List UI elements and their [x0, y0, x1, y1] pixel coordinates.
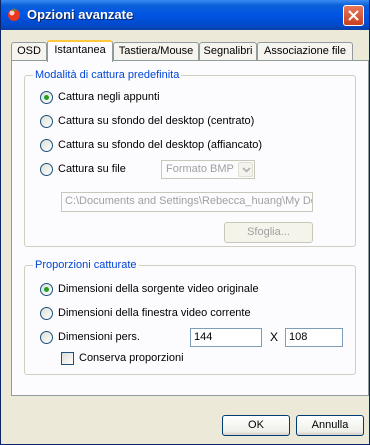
custom-height-input[interactable]: 108 [285, 328, 343, 347]
radio-button[interactable] [40, 307, 53, 320]
radio-label: Cattura su sfondo del desktop (affiancat… [58, 139, 263, 151]
tab-snapshot[interactable]: Istantanea [47, 40, 113, 62]
custom-height-value: 108 [289, 331, 308, 343]
window-title: Opzioni avanzate [27, 7, 134, 22]
keep-ratio-checkbox[interactable] [61, 352, 74, 365]
close-icon [348, 10, 359, 21]
proportions-title: Proporzioni catturate [33, 259, 139, 271]
browse-button[interactable]: Sfoglia... [224, 222, 313, 243]
title-bar[interactable]: Opzioni avanzate [1, 0, 369, 30]
capture-mode-title: Modalità di cattura predefinita [33, 69, 182, 81]
dimension-separator: X [270, 330, 279, 344]
dropdown-button[interactable] [238, 162, 253, 177]
cancel-button[interactable]: Annulla [296, 415, 364, 436]
tab-osd[interactable]: OSD [11, 42, 47, 60]
radio-button[interactable] [40, 283, 53, 296]
capture-mode-group: Modalità di cattura predefinita Cattura … [24, 69, 356, 247]
radio-label: Cattura su sfondo del desktop (centrato) [58, 115, 255, 127]
close-button[interactable] [343, 5, 364, 26]
keep-ratio-label: Conserva proporzioni [79, 352, 184, 364]
radio-label: Dimensioni della finestra video corrente [58, 307, 251, 319]
app-icon [8, 8, 20, 21]
tab-keyboard-mouse[interactable]: Tastiera/Mouse [113, 42, 199, 60]
radio-button[interactable] [40, 331, 53, 344]
radio-button[interactable] [40, 115, 53, 128]
ok-button[interactable]: OK [222, 415, 290, 436]
radio-button[interactable] [40, 91, 53, 104]
radio-selected-dot [44, 95, 49, 100]
custom-width-input[interactable]: 144 [190, 328, 262, 347]
file-path-field[interactable]: C:\Documents and Settings\Rebecca_huang\… [61, 192, 313, 212]
radio-label: Dimensioni pers. [58, 331, 140, 343]
radio-selected-dot [44, 287, 49, 292]
file-path-value: C:\Documents and Settings\Rebecca_huang\… [65, 195, 313, 207]
radio-label: Dimensioni della sorgente video original… [58, 283, 259, 295]
radio-button[interactable] [40, 163, 53, 176]
format-select-value: Formato BMP [166, 163, 234, 175]
chevron-down-icon [242, 167, 251, 173]
tab-panel: Modalità di cattura predefinita Cattura … [11, 60, 369, 396]
radio-button[interactable] [40, 139, 53, 152]
tab-bookmarks[interactable]: Segnalibri [199, 42, 257, 60]
advanced-options-dialog: Opzioni avanzate OSD Istantanea Tastiera… [0, 0, 370, 445]
radio-label: Cattura negli appunti [58, 91, 160, 103]
custom-width-value: 144 [194, 331, 213, 343]
radio-label: Cattura su file [58, 163, 126, 175]
format-select[interactable]: Formato BMP [161, 160, 255, 179]
proportions-group: Proporzioni catturate Dimensioni della s… [24, 259, 356, 375]
tab-file-association[interactable]: Associazione file [257, 42, 353, 60]
